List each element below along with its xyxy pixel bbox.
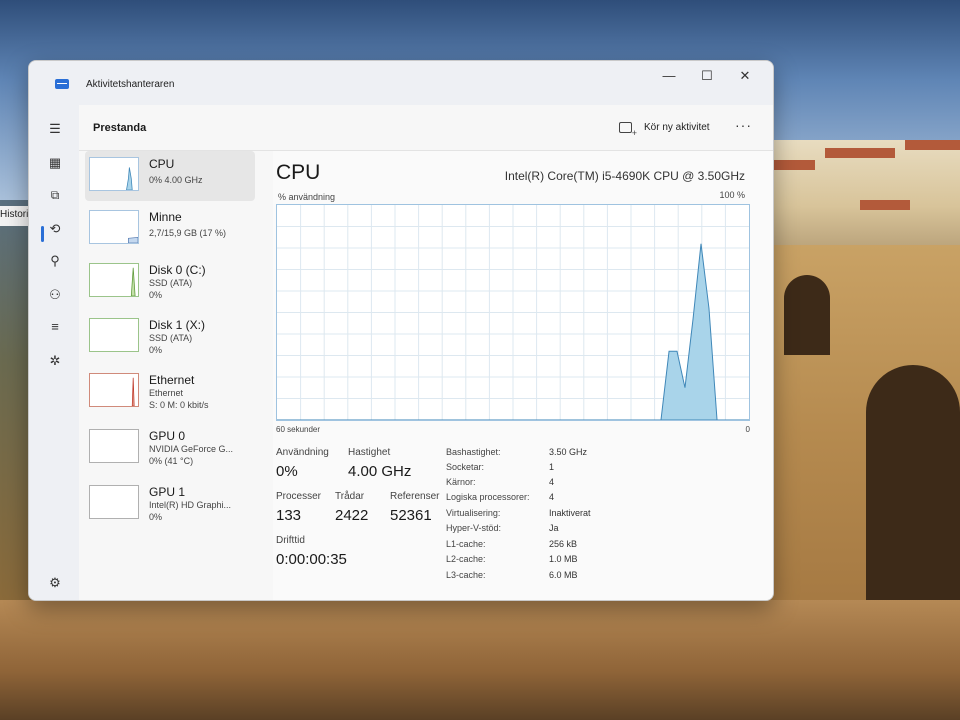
sidebar-item-detail: Ethernet: [149, 388, 184, 398]
sidebar-item-ethernet[interactable]: Ethernet Ethernet S: 0 M: 0 kbit/s: [85, 367, 255, 417]
sidebar-item-label: GPU 1: [149, 485, 186, 499]
spec-label: Socketar:: [446, 462, 485, 472]
spec-label: L2-cache:: [446, 554, 486, 564]
desktop-cliff: [0, 600, 960, 720]
spec-label: Logiska processorer:: [446, 492, 530, 502]
page-header: Prestanda Kör ny aktivitet ···: [79, 105, 773, 151]
uptime-stat-label: Drifttid: [276, 535, 305, 546]
time-axis-zero: 0: [745, 425, 750, 434]
speed-stat-value: 4.00 GHz: [348, 463, 412, 480]
handles-stat-value: 52361: [390, 507, 432, 524]
threads-stat-value: 2422: [335, 507, 369, 524]
gpu1-thumbnail: [89, 485, 139, 519]
performance-icon[interactable]: ⧉: [45, 185, 65, 205]
handles-stat-label: Referenser: [390, 491, 440, 502]
spec-label: Hyper-V-stöd:: [446, 523, 502, 533]
cpu-usage-graph: [276, 204, 750, 421]
spec-value: Inaktiverat: [549, 508, 591, 518]
sidebar-item-usage: 0% (41 °C): [149, 456, 194, 466]
sidebar-item-detail: SSD (ATA): [149, 278, 193, 288]
maximize-button[interactable]: ☐: [689, 65, 725, 87]
uptime-stat-value: 0:00:00:35: [276, 551, 347, 568]
sidebar-item-usage: 0%: [149, 345, 163, 355]
title-bar[interactable]: Aktivitetshanteraren — ☐ ✕: [29, 61, 773, 105]
task-manager-window: Aktivitetshanteraren — ☐ ✕ ☰ ▦ ⧉ ⟲ ⚲ ⚇ ≡…: [28, 60, 774, 601]
sidebar-item-throughput: S: 0 M: 0 kbit/s: [149, 400, 209, 410]
minimize-button[interactable]: —: [651, 65, 687, 87]
sidebar-item-usage: 0%: [149, 512, 163, 522]
sidebar-item-label: Ethernet: [149, 373, 195, 387]
run-new-task-button[interactable]: Kör ny aktivitet: [619, 116, 710, 138]
resource-list: CPU 0% 4.00 GHz Minne 2,7/15,9 GB (17 %)…: [79, 151, 273, 600]
sidebar-item-detail: 0% 4.00 GHz: [149, 175, 203, 185]
task-manager-icon: [55, 79, 69, 89]
threads-stat-label: Trådar: [335, 491, 365, 502]
ethernet-thumbnail: [89, 373, 139, 407]
sidebar-item-usage: 0%: [149, 290, 163, 300]
sidebar-item-label: Disk 0 (C:): [149, 263, 206, 277]
startup-icon[interactable]: ⚲: [45, 251, 65, 271]
services-icon[interactable]: ✲: [45, 351, 65, 371]
sidebar-item-label: Disk 1 (X:): [149, 318, 206, 332]
processes-stat-value: 133: [276, 507, 302, 524]
desktop-town: [765, 140, 960, 250]
usage-axis-label: % användning: [278, 192, 336, 202]
spec-label: L3-cache:: [446, 570, 486, 580]
spec-label: Virtualisering:: [446, 508, 501, 518]
cpu-model-name: Intel(R) Core(TM) i5-4690K CPU @ 3.50GHz: [504, 169, 745, 183]
close-button[interactable]: ✕: [727, 65, 763, 87]
sidebar-item-label: GPU 0: [149, 429, 186, 443]
more-options-button[interactable]: ···: [735, 117, 755, 133]
sidebar-item-detail: NVIDIA GeForce G...: [149, 444, 234, 454]
settings-icon[interactable]: ⚙: [45, 573, 65, 593]
cpu-detail-panel: CPU Intel(R) Core(TM) i5-4690K CPU @ 3.5…: [273, 151, 773, 600]
spec-value: 256 kB: [549, 539, 578, 549]
spec-label: Bashastighet:: [446, 447, 501, 457]
sidebar-item-label: Minne: [149, 210, 182, 224]
new-task-icon: [619, 121, 637, 138]
processes-icon[interactable]: ▦: [45, 153, 65, 173]
time-axis-label: 60 sekunder: [276, 425, 321, 434]
page-title: Prestanda: [93, 122, 147, 134]
sidebar-item-disk0[interactable]: Disk 0 (C:) SSD (ATA) 0%: [85, 257, 255, 307]
spec-value: 6.0 MB: [549, 570, 578, 580]
spec-value: 1: [549, 462, 555, 472]
spec-value: 1.0 MB: [549, 554, 578, 564]
gpu0-thumbnail: [89, 429, 139, 463]
run-new-task-label: Kör ny aktivitet: [644, 121, 710, 133]
sidebar-item-detail: SSD (ATA): [149, 333, 193, 343]
usage-stat-label: Användning: [276, 447, 329, 458]
spec-value: 3.50 GHz: [549, 447, 588, 457]
sidebar-item-detail: 2,7/15,9 GB (17 %): [149, 228, 227, 238]
sidebar-item-memory[interactable]: Minne 2,7/15,9 GB (17 %): [85, 204, 255, 254]
spec-value: Ja: [549, 523, 559, 533]
max-percent-label: 100 %: [719, 190, 745, 200]
hamburger-icon[interactable]: ☰: [45, 119, 65, 139]
memory-thumbnail: [89, 210, 139, 244]
window-title: Aktivitetshanteraren: [86, 79, 175, 90]
details-icon[interactable]: ≡: [45, 317, 65, 337]
speed-stat-label: Hastighet: [348, 447, 391, 458]
processes-stat-label: Processer: [276, 491, 322, 502]
cpu-thumbnail: [89, 157, 139, 191]
spec-value: 4: [549, 477, 555, 487]
sidebar-item-gpu1[interactable]: GPU 1 Intel(R) HD Graphi... 0%: [85, 479, 255, 529]
sidebar-item-disk1[interactable]: Disk 1 (X:) SSD (ATA) 0%: [85, 312, 255, 362]
sidebar-item-detail: Intel(R) HD Graphi...: [149, 500, 232, 510]
navigation-rail: ☰ ▦ ⧉ ⟲ ⚲ ⚇ ≡ ✲ ⚙: [29, 105, 79, 600]
active-indicator: [41, 226, 44, 242]
disk0-thumbnail: [89, 263, 139, 297]
sidebar-item-gpu0[interactable]: GPU 0 NVIDIA GeForce G... 0% (41 °C): [85, 423, 255, 473]
disk1-thumbnail: [89, 318, 139, 352]
spec-value: 4: [549, 492, 555, 502]
spec-label: L1-cache:: [446, 539, 486, 549]
sidebar-item-cpu[interactable]: CPU 0% 4.00 GHz: [85, 151, 255, 201]
sidebar-item-label: CPU: [149, 157, 175, 171]
app-history-icon[interactable]: ⟲: [45, 219, 65, 239]
cpu-heading: CPU: [276, 161, 321, 184]
users-icon[interactable]: ⚇: [45, 285, 65, 305]
usage-stat-value: 0%: [276, 463, 298, 480]
spec-label: Kärnor:: [446, 477, 476, 487]
cpu-graph-svg: [277, 205, 749, 420]
